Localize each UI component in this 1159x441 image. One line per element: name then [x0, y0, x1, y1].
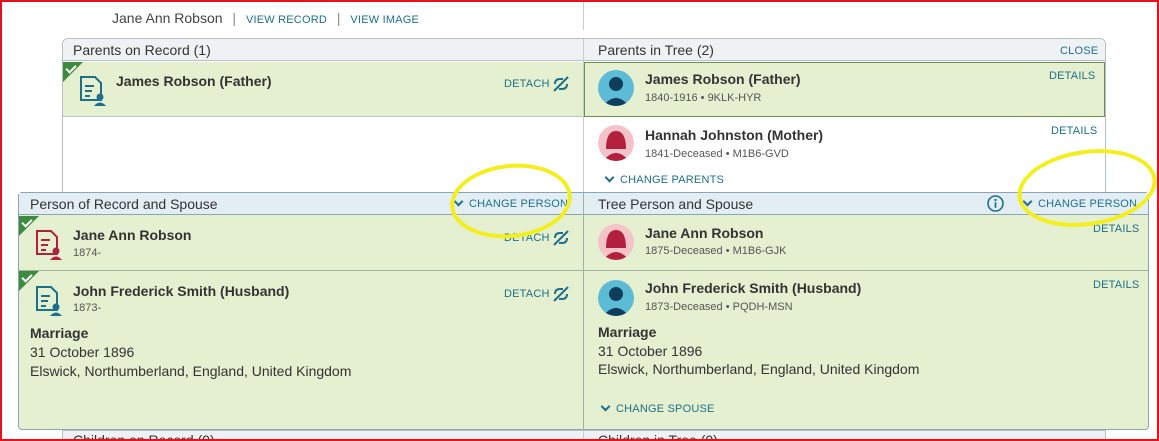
view-image-link[interactable]: VIEW IMAGE	[350, 14, 419, 26]
separator: |	[336, 10, 341, 26]
change-spouse-label: CHANGE SPOUSE	[616, 403, 715, 415]
detach-father-button[interactable]: DETACH	[504, 78, 550, 90]
children-header	[62, 430, 1106, 441]
record-person-icon	[80, 76, 106, 106]
record-spouse-name: John Frederick Smith (Husband)	[73, 283, 290, 299]
tree-person-meta: 1875-Deceased • M1B6-GJK	[645, 245, 787, 257]
record-marriage-date: 31 October 1896	[30, 344, 135, 360]
unlink-icon[interactable]	[551, 229, 571, 247]
chevron-down-icon	[600, 401, 611, 412]
unlink-icon[interactable]	[551, 75, 571, 93]
parents-on-record-title: Parents on Record (1)	[73, 42, 211, 58]
spouse-column-divider	[583, 193, 584, 429]
info-icon[interactable]	[987, 195, 1004, 212]
record-marriage-label: Marriage	[30, 325, 89, 341]
female-avatar-icon	[598, 224, 634, 260]
tree-person-name: Jane Ann Robson	[645, 225, 764, 241]
record-marriage-place: Elswick, Northumberland, England, United…	[30, 363, 352, 379]
record-spouse-icon	[36, 286, 62, 316]
record-person-female-icon	[36, 230, 62, 260]
change-parents-button[interactable]: CHANGE PARENTS	[604, 172, 725, 186]
children-column-divider	[583, 430, 584, 441]
female-avatar-icon	[598, 125, 634, 161]
father-details-link[interactable]: DETAILS	[1049, 70, 1095, 82]
record-person-name: Jane Ann Robson	[112, 10, 223, 26]
children-in-tree-title: Children in Tree (0)	[598, 432, 718, 441]
tree-spouse-meta: 1873-Deceased • PQDH-MSN	[645, 301, 793, 313]
tree-spouse-details-link[interactable]: DETAILS	[1093, 279, 1139, 291]
detach-spouse-button[interactable]: DETACH	[504, 288, 550, 300]
male-avatar-icon	[598, 280, 634, 316]
top-record-line: Jane Ann Robson | VIEW RECORD | VIEW IMA…	[112, 10, 419, 26]
change-spouse-button[interactable]: CHANGE SPOUSE	[600, 401, 715, 415]
separator: |	[232, 10, 237, 26]
tree-person-details-link[interactable]: DETAILS	[1093, 223, 1139, 235]
person-of-record-title: Person of Record and Spouse	[30, 196, 218, 212]
record-person-name-bold: Jane Ann Robson	[73, 227, 192, 243]
tree-marriage-place: Elswick, Northumberland, England, United…	[598, 361, 920, 377]
change-parents-label: CHANGE PARENTS	[620, 174, 725, 186]
mother-details-link[interactable]: DETAILS	[1051, 125, 1097, 137]
tree-marriage-label: Marriage	[598, 324, 657, 340]
parents-column-divider	[583, 39, 584, 192]
parents-header	[63, 39, 1105, 61]
chevron-down-icon	[604, 172, 615, 183]
mother-tree-meta: 1841-Deceased • M1B6-GVD	[645, 148, 789, 160]
parents-in-tree-title: Parents in Tree (2)	[598, 42, 714, 58]
record-person-meta: 1874-	[73, 247, 102, 259]
father-tree-meta: 1840-1916 • 9KLK-HYR	[645, 92, 762, 104]
father-record-name: James Robson (Father)	[116, 73, 272, 89]
mother-tree-name: Hannah Johnston (Mother)	[645, 127, 824, 143]
tree-marriage-date: 31 October 1896	[598, 343, 703, 359]
top-column-divider	[583, 0, 584, 30]
unlink-icon[interactable]	[551, 285, 571, 303]
record-spouse-meta: 1873-	[73, 302, 102, 314]
tree-person-title: Tree Person and Spouse	[598, 196, 754, 212]
male-avatar-icon	[598, 70, 634, 106]
view-record-link[interactable]: VIEW RECORD	[246, 14, 327, 26]
children-on-record-title: Children on Record (0)	[73, 432, 215, 441]
tree-spouse-name: John Frederick Smith (Husband)	[645, 280, 862, 296]
close-link[interactable]: CLOSE	[1060, 45, 1098, 57]
father-tree-name: James Robson (Father)	[645, 71, 801, 87]
